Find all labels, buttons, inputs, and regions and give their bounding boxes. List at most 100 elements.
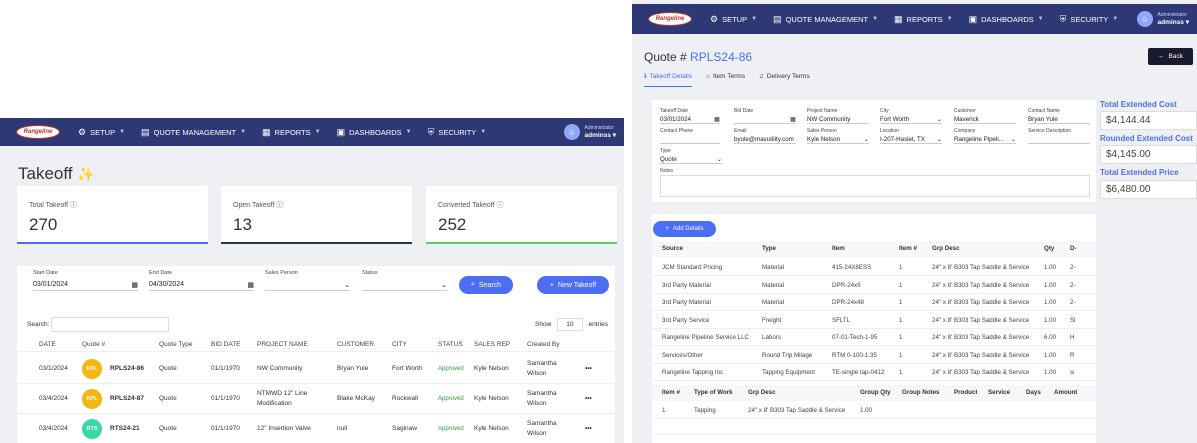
- total-extended-price-value: $6,480.00: [1100, 179, 1197, 199]
- top-nav-bar: Rangeline ⚙ SETUP ▼ ▤ QUOTE MANAGEMENT ▼ ▦ RE…: [632, 4, 1197, 34]
- row-more-icon[interactable]: •••: [585, 365, 592, 372]
- nav-security[interactable]: ⛨ SECURITY ▼: [1060, 14, 1119, 25]
- table-row[interactable]: 03/4/2024 RTS RTS24-21 Quote 01/1/1970 1…: [17, 414, 615, 443]
- card-label: Open Takeoff ⓘ: [233, 202, 284, 209]
- col-city[interactable]: CITY: [392, 341, 407, 348]
- status-badge: Approved: [438, 395, 464, 402]
- tab-item-terms[interactable]: ⌂ Item Terms: [706, 72, 745, 87]
- items-table-row[interactable]: 1 Tapping 24" x 8' B303 Tap Saddle & Ser…: [652, 403, 1096, 419]
- col-status[interactable]: STATUS: [438, 341, 463, 348]
- sales-person-field[interactable]: Sales Person Kyle Nelson ⌄: [807, 128, 869, 144]
- table-row[interactable]: 03/1/2024 RPL RPLS24-86 Quote 01/1/1970 …: [17, 354, 615, 384]
- search-button[interactable]: ⌕ Search: [459, 276, 513, 294]
- chevron-down-icon: ⌄: [441, 281, 447, 289]
- search-icon: ⌕: [470, 281, 475, 288]
- plus-icon: +: [665, 226, 669, 232]
- chevron-down-icon: ⌄: [1010, 135, 1016, 143]
- takeoff-date-field[interactable]: Takeoff Date 03/01/2024 ▦: [660, 108, 720, 124]
- nav-setup[interactable]: ⚙ SETUP ▼: [78, 127, 125, 138]
- company-field[interactable]: Company Rangeline Pipeli... ⌄: [954, 128, 1016, 144]
- quote-number[interactable]: RPLS24-86: [110, 365, 144, 372]
- row-more-icon[interactable]: •••: [585, 425, 592, 432]
- chevron-down-icon: ▼: [314, 129, 321, 135]
- calendar-icon[interactable]: ▦: [247, 281, 254, 289]
- takeoff-table-panel: Start Date 03/01/2024 ▦ End Date 04/30/20…: [17, 266, 615, 443]
- details-table-row[interactable]: Rangeline Pipeline Service LLC Labors 07-0…: [652, 329, 1096, 346]
- chevron-down-icon: ⌄: [344, 281, 350, 289]
- chevron-down-icon: ▼: [946, 16, 953, 22]
- tab-delivery-terms[interactable]: ♫ Delivery Terms: [759, 72, 810, 87]
- city-field[interactable]: City Fort Worth ⌄: [880, 108, 942, 124]
- nav-security[interactable]: ⛨ SECURITY ▼: [428, 127, 487, 138]
- card-label: Converted Takeoff ⓘ: [438, 202, 504, 209]
- project-name-field[interactable]: Project Name NW Community: [807, 108, 869, 124]
- user-menu[interactable]: ☺ Administrator adminss ▾: [1136, 11, 1189, 27]
- col-sales-rep[interactable]: SALES REP: [474, 341, 510, 348]
- status-select[interactable]: Status ⌄: [362, 270, 447, 291]
- card-value: 270: [29, 215, 58, 234]
- details-table-row[interactable]: Rangeline Tapping Inc Tapping Equipment TE…: [652, 364, 1096, 381]
- sales-person-select[interactable]: Sales Person ⌄: [265, 270, 350, 291]
- user-menu[interactable]: ☺ Administrator adminss ▾: [563, 124, 616, 140]
- nav-quote-management[interactable]: ▤ QUOTE MANAGEMENT ▼: [141, 127, 246, 138]
- info-icon: ⓘ: [276, 202, 284, 209]
- plus-icon: +: [549, 281, 554, 289]
- email-field[interactable]: Email byule@mavutility.com: [734, 128, 796, 144]
- details-table-row[interactable]: 3rd Party Material Material DPR-24x9 1 24" x…: [652, 277, 1096, 294]
- quote-number[interactable]: RTS24-21: [110, 425, 140, 432]
- table-search: Search:: [27, 317, 170, 332]
- col-created-by[interactable]: Created By: [527, 341, 560, 348]
- company-logo[interactable]: Rangeline: [648, 12, 692, 26]
- customer-field[interactable]: Customer Maverick: [954, 108, 1016, 124]
- quote-number[interactable]: RPLS24-87: [110, 395, 144, 402]
- col-quote-type[interactable]: Quote Type: [159, 341, 193, 348]
- nav-quote-management[interactable]: ▤ QUOTE MANAGEMENT ▼: [773, 14, 878, 25]
- nav-setup[interactable]: ⚙ SETUP ▼: [710, 14, 757, 25]
- col-bid-date[interactable]: BID DATE: [211, 341, 241, 348]
- page-title: Takeoff ✨: [18, 164, 95, 183]
- arrow-left-icon: ←: [1158, 53, 1165, 60]
- bid-date-field[interactable]: Bid Date ▦: [734, 108, 796, 124]
- details-table-row[interactable]: Services/Other Round Trip Milage RTM 0-100…: [652, 347, 1096, 364]
- add-details-button[interactable]: + Add Details: [653, 221, 716, 237]
- rounded-extended-cost-value: $4,145.00: [1100, 145, 1197, 165]
- gear-icon: ⚙: [78, 126, 87, 137]
- contact-name-field[interactable]: Contact Name Bryan Yule: [1028, 108, 1090, 124]
- calendar-icon: ▦: [714, 115, 720, 123]
- chevron-down-icon: ▼: [872, 16, 879, 22]
- chevron-down-icon: ▼: [751, 16, 758, 22]
- card-accent-bar: [426, 242, 617, 244]
- nav-dashboards[interactable]: ▣ DASHBOARDS ▼: [969, 14, 1044, 25]
- col-date[interactable]: DATE: [39, 341, 56, 348]
- calendar-icon[interactable]: ▦: [131, 281, 138, 289]
- notes-field[interactable]: Notes: [660, 168, 1090, 197]
- new-takeoff-button[interactable]: + New Takeoff: [537, 276, 609, 294]
- location-field[interactable]: Location I-207-Haslet, TX ⌄: [880, 128, 942, 144]
- nav-dashboards[interactable]: ▣ DASHBOARDS ▼: [337, 127, 412, 138]
- dashboard-icon: ▣: [336, 126, 346, 137]
- tab-takeoff-details[interactable]: ℹ Takeoff Details: [644, 72, 692, 87]
- chevron-down-icon: ⌄: [936, 135, 942, 143]
- details-table-row[interactable]: JCM Standard Pricing Material 415-24X8ESS 1…: [652, 259, 1096, 276]
- nav-reports[interactable]: ▦ REPORTS ▼: [262, 127, 321, 138]
- sparkle-icon: ✨: [77, 166, 95, 182]
- total-takeoff-card: Total Takeoff ⓘ 270: [17, 186, 208, 244]
- table-row[interactable]: 03/4/2024 RPL RPLS24-87 Quote 01/1/1970 …: [17, 384, 615, 414]
- page-size-select[interactable]: 10: [557, 318, 583, 331]
- row-more-icon[interactable]: •••: [585, 395, 592, 402]
- type-field[interactable]: Type Quote ⌄: [660, 148, 722, 164]
- table-search-input[interactable]: [51, 317, 170, 332]
- nav-reports[interactable]: ▦ REPORTS ▼: [894, 14, 953, 25]
- details-table-row[interactable]: 3rd Party Service Freight SFLTL 1 24" x 8' B…: [652, 312, 1096, 329]
- company-logo[interactable]: Rangeline: [16, 125, 60, 139]
- col-customer[interactable]: CUSTOMER: [337, 341, 374, 348]
- start-date-field[interactable]: Start Date 03/01/2024 ▦: [33, 270, 138, 291]
- col-project[interactable]: PROJECT NAME: [257, 341, 308, 348]
- contact-phone-field[interactable]: Contact Phone: [660, 128, 720, 144]
- details-table-row[interactable]: 3rd Party Material Material DPR-24x48 1 24" …: [652, 294, 1096, 311]
- user-name: adminss ▾: [584, 132, 616, 139]
- service-description-field[interactable]: Service Description: [1028, 128, 1090, 144]
- back-button[interactable]: ← Back: [1148, 48, 1193, 65]
- end-date-field[interactable]: End Date 04/30/2024 ▦: [149, 270, 254, 291]
- col-quote[interactable]: Quote #: [82, 341, 105, 348]
